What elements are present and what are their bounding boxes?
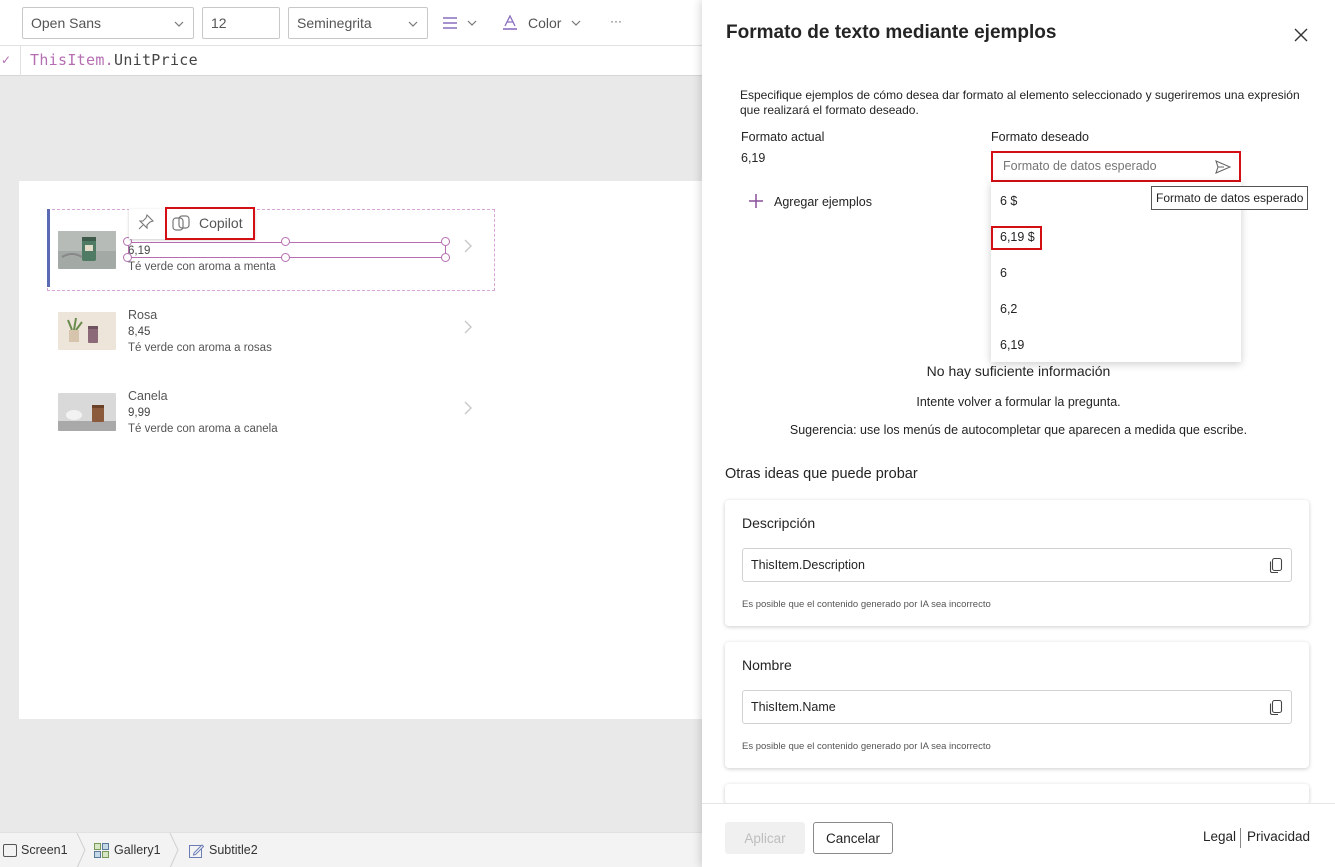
formula-property: UnitPrice [113,51,198,69]
idea-expression: ThisItem.Description [751,558,865,572]
gallery-item[interactable]: Rosa 8,45 Té verde con aroma a rosas [58,308,498,382]
format-toolbar: Open Sans 12 Seminegrita Color ··· [0,0,702,46]
breadcrumb-separator [76,833,86,867]
breadcrumb-gallery[interactable]: Gallery1 [114,843,161,857]
apply-button[interactable]: Aplicar [725,822,805,854]
breadcrumb-separator [169,833,179,867]
item-subtitle: Té verde con aroma a rosas [128,342,272,354]
idea-card[interactable] [725,784,1309,804]
font-family-dropdown[interactable]: Open Sans [22,7,194,39]
pin-icon[interactable] [138,214,154,230]
align-icon [443,17,457,29]
product-image [58,231,116,269]
item-title: Canela [128,389,168,403]
suggestion-item[interactable]: 6,2 [1000,302,1017,316]
formula-bar[interactable]: ✓ ThisItem.UnitPrice [0,46,702,76]
selection-bar [47,209,50,287]
panel-description: Especifique ejemplos de cómo desea dar f… [740,88,1300,117]
formula-text[interactable]: ThisItem.UnitPrice [30,51,198,69]
font-size-value: 12 [211,15,227,31]
font-weight-value: Seminegrita [297,15,372,31]
chevron-down-icon [467,20,477,26]
resize-handle[interactable] [281,253,290,262]
tooltip: Formato de datos esperado [1151,186,1308,210]
current-format-label: Formato actual [741,130,825,144]
idea-card[interactable]: Nombre ThisItem.Name Es posible que el c… [725,642,1309,768]
idea-title: Nombre [742,657,792,673]
font-family-value: Open Sans [31,15,102,31]
copilot-icon [172,215,190,231]
format-by-example-panel: Formato de texto mediante ejemplos Espec… [702,0,1335,867]
panel-footer: Aplicar Cancelar Legal Privacidad [702,803,1335,867]
gallery-item[interactable]: Canela 9,99 Té verde con aroma a canela [58,389,498,463]
resize-handle[interactable] [441,237,450,246]
suggestion-item[interactable]: 6,19 $ [1000,230,1035,244]
align-dropdown[interactable] [440,12,482,34]
suggestion-item[interactable]: 6 $ [1000,194,1017,208]
desired-format-field[interactable] [991,151,1241,182]
chevron-down-icon [408,21,418,27]
resize-handle[interactable] [441,253,450,262]
desired-format-label: Formato deseado [991,130,1089,144]
chevron-right-icon[interactable] [463,400,473,416]
add-examples-label: Agregar ejemplos [774,195,872,209]
edit-label-icon [189,844,204,858]
desired-format-input[interactable] [1003,159,1203,173]
item-subtitle: Té verde con aroma a menta [128,261,276,273]
idea-expression: ThisItem.Name [751,700,836,714]
idea-card[interactable]: Descripción ThisItem.Description Es posi… [725,500,1309,626]
font-size-input[interactable]: 12 [202,7,280,39]
color-label: Color [528,15,562,31]
other-ideas-heading: Otras ideas que puede probar [725,466,918,482]
retry-message: Intente volver a formular la pregunta. [916,395,1121,409]
chevron-right-icon[interactable] [463,319,473,335]
product-image [58,312,116,350]
idea-expression-field[interactable]: ThisItem.Description [742,548,1292,582]
divider [20,46,21,76]
item-subtitle: Té verde con aroma a canela [128,423,278,435]
screen-icon [3,844,17,857]
ai-disclaimer: Es posible que el contenido generado por… [742,599,991,610]
breadcrumb-screen[interactable]: Screen1 [21,843,68,857]
breadcrumb: Screen1 Gallery1 Subtitle2 [0,832,702,867]
privacy-link[interactable]: Privacidad [1247,829,1310,844]
suggestion-item[interactable]: 6 [1000,266,1007,280]
divider [1240,828,1241,848]
color-dropdown[interactable]: Color [500,12,590,34]
current-format-value: 6,19 [741,151,766,165]
tip-message: Sugerencia: use los menús de autocomplet… [789,423,1248,437]
font-weight-dropdown[interactable]: Seminegrita [288,7,428,39]
chevron-right-icon[interactable] [463,238,473,254]
chevron-down-icon [174,21,184,27]
idea-title: Descripción [742,515,816,531]
chevron-down-icon [571,20,581,26]
formula-object: ThisItem. [30,51,114,69]
check-icon: ✓ [1,53,12,67]
copy-icon[interactable] [1268,557,1284,573]
more-options-button[interactable]: ··· [610,14,622,28]
idea-expression-field[interactable]: ThisItem.Name [742,690,1292,724]
ai-disclaimer: Es posible que el contenido generado por… [742,741,991,752]
cancel-button[interactable]: Cancelar [813,822,893,854]
resize-handle[interactable] [281,237,290,246]
close-icon[interactable] [1292,26,1310,44]
suggestion-item[interactable]: 6,19 [1000,338,1024,352]
panel-title: Formato de texto mediante ejemplos [726,22,1057,43]
no-info-message: No hay suficiente información [926,363,1111,379]
copilot-label: Copilot [199,215,243,231]
resize-handle[interactable] [123,253,132,262]
copy-icon[interactable] [1268,699,1284,715]
breadcrumb-subtitle[interactable]: Subtitle2 [209,843,258,857]
item-price: 8,45 [128,326,151,338]
add-icon [749,194,763,208]
font-color-icon [503,14,517,30]
send-icon[interactable] [1215,159,1231,175]
legal-link[interactable]: Legal [1203,829,1236,844]
gallery-icon [94,843,109,858]
item-price: 9,99 [128,407,151,419]
product-image [58,393,116,431]
item-title: Rosa [128,308,158,322]
app-canvas: 6,19 Té verde con aroma a menta Copilot … [19,181,719,719]
